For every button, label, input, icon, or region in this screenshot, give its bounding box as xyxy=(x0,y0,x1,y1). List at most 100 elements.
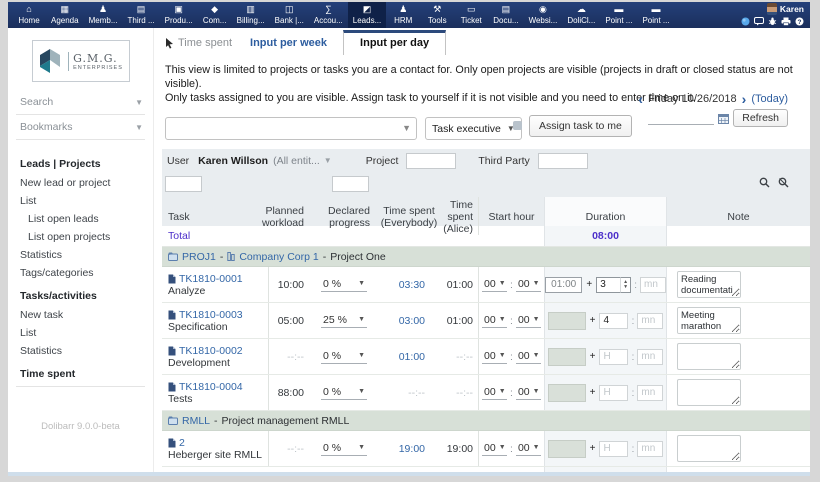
chat-icon[interactable] xyxy=(754,17,764,26)
third-party-filter-input[interactable] xyxy=(538,153,588,169)
start-hour-select[interactable]: 00▼ xyxy=(482,278,507,292)
progress-select[interactable]: 0 %▼ xyxy=(321,386,367,400)
duration-minutes-input[interactable] xyxy=(640,277,666,293)
user-name[interactable]: Karen xyxy=(780,4,804,14)
menu-item-point[interactable]: ▬Point ... xyxy=(600,2,637,28)
menu-item-dolicl[interactable]: ☁DoliCl... xyxy=(562,2,600,28)
role-select[interactable]: Task executive ▼ xyxy=(425,117,522,140)
today-link[interactable]: (Today) xyxy=(751,93,788,105)
sidebar-item-list[interactable]: List xyxy=(8,192,153,210)
menu-item-point[interactable]: ▬Point ... xyxy=(637,2,674,28)
menu-item-home[interactable]: ⌂Home xyxy=(12,2,46,28)
refresh-button[interactable]: Refresh xyxy=(733,109,788,127)
bug-icon[interactable] xyxy=(768,17,777,26)
time-spent-everybody-link[interactable]: 01:00 xyxy=(399,351,425,363)
sidebar-item-new-task[interactable]: New task xyxy=(8,306,153,324)
duration-hours-input[interactable] xyxy=(599,349,628,365)
next-day-button[interactable]: › xyxy=(742,94,747,105)
sidebar-item-statistics[interactable]: Statistics xyxy=(8,342,153,360)
task-ref-link[interactable]: TK1810-0002 xyxy=(179,345,243,357)
duration-minutes-input[interactable] xyxy=(637,385,663,401)
plus-sign: + xyxy=(590,387,596,398)
duration-hours-input[interactable] xyxy=(596,277,620,293)
menu-item-produ[interactable]: ▣Produ... xyxy=(160,2,198,28)
task-filter-input[interactable] xyxy=(165,176,202,192)
menu-item-ticket[interactable]: ▭Ticket xyxy=(454,2,488,28)
search-icon[interactable] xyxy=(759,177,770,188)
menu-item-tools[interactable]: ⚒Tools xyxy=(420,2,454,28)
sidebar-item-list-open-leads[interactable]: List open leads xyxy=(8,210,153,228)
task-ref-link[interactable]: TK1810-0003 xyxy=(179,309,243,321)
start-hour-select[interactable]: 00▼ xyxy=(482,386,507,400)
duration-minutes-input[interactable] xyxy=(637,441,663,457)
sidebar-search-select[interactable]: Search ▼ xyxy=(8,92,153,112)
note-textarea[interactable] xyxy=(677,271,741,298)
task-ref-link[interactable]: TK1810-0001 xyxy=(179,273,243,285)
menu-item-third[interactable]: ▤Third ... xyxy=(123,2,160,28)
start-minute-select[interactable]: 00▼ xyxy=(516,350,541,364)
project-filter-input[interactable] xyxy=(406,153,456,169)
duration-hours-input[interactable] xyxy=(599,385,628,401)
progress-select[interactable]: 0 %▼ xyxy=(321,350,367,364)
print-icon[interactable] xyxy=(781,17,791,26)
sidebar-item-tags-categories[interactable]: Tags/categories xyxy=(8,264,153,282)
tab-input-per-day[interactable]: Input per day xyxy=(343,30,446,55)
project-ref-link[interactable]: PROJ1 xyxy=(182,251,216,263)
duration-hours-input[interactable] xyxy=(599,313,628,329)
menu-item-websi[interactable]: ◉Websi... xyxy=(524,2,563,28)
entity-select[interactable]: (All entit... ▼ xyxy=(273,155,332,167)
start-minute-select[interactable]: 00▼ xyxy=(516,278,541,292)
sidebar-item-list[interactable]: List xyxy=(8,324,153,342)
calendar-icon[interactable] xyxy=(718,113,729,124)
prev-day-button[interactable]: ‹ xyxy=(638,94,643,105)
task-combobox[interactable]: ▼ xyxy=(165,117,417,140)
task-ref-link[interactable]: 2 xyxy=(179,437,185,449)
sidebar-item-list-open-projects[interactable]: List open projects xyxy=(8,228,153,246)
user-avatar[interactable] xyxy=(767,3,777,15)
menu-item-docu[interactable]: ▤Docu... xyxy=(488,2,523,28)
progress-select[interactable]: 0 %▼ xyxy=(321,442,367,456)
sidebar-item-statistics[interactable]: Statistics xyxy=(8,246,153,264)
note-textarea[interactable] xyxy=(677,435,741,462)
spinner-stepper[interactable]: ▲▼ xyxy=(620,277,631,293)
time-spent-everybody-link[interactable]: 19:00 xyxy=(399,443,425,455)
start-hour-select[interactable]: 00▼ xyxy=(482,314,507,328)
duration-minutes-input[interactable] xyxy=(637,349,663,365)
menu-item-agenda[interactable]: ▦Agenda xyxy=(46,2,84,28)
company-link[interactable]: Company Corp 1 xyxy=(239,251,318,263)
note-textarea[interactable] xyxy=(677,379,741,406)
progress-filter-input[interactable] xyxy=(332,176,369,192)
note-textarea[interactable] xyxy=(677,307,741,334)
note-textarea[interactable] xyxy=(677,343,741,370)
menu-item-hrm[interactable]: ♟HRM xyxy=(386,2,420,28)
help-icon[interactable]: ? xyxy=(795,17,804,26)
time-spent-everybody-link[interactable]: 03:30 xyxy=(399,279,425,291)
duration-hours-input[interactable] xyxy=(599,441,628,457)
menu-item-com[interactable]: ◆Com... xyxy=(198,2,232,28)
date-input[interactable] xyxy=(648,111,714,125)
globe-icon[interactable] xyxy=(741,17,750,26)
start-hour-select[interactable]: 00▼ xyxy=(482,350,507,364)
progress-select[interactable]: 0 %▼ xyxy=(321,278,367,292)
menu-item-billing[interactable]: ▥Billing... xyxy=(232,2,270,28)
sidebar-bookmarks-select[interactable]: Bookmarks ▼ xyxy=(8,117,153,137)
start-minute-select[interactable]: 00▼ xyxy=(516,314,541,328)
menu-item-accou[interactable]: ∑Accou... xyxy=(309,2,348,28)
start-minute-select[interactable]: 00▼ xyxy=(516,386,541,400)
clear-filter-icon[interactable] xyxy=(778,177,790,188)
progress-select[interactable]: 25 %▼ xyxy=(321,314,367,328)
menu-item-memb[interactable]: ♟Memb... xyxy=(84,2,123,28)
start-hour-select[interactable]: 00▼ xyxy=(482,442,507,456)
start-minute-select[interactable]: 00▼ xyxy=(516,442,541,456)
tab-input-per-week[interactable]: Input per week xyxy=(250,37,327,49)
menu-item-leads[interactable]: ◩Leads... xyxy=(348,2,386,28)
duration-minutes-input[interactable] xyxy=(637,313,663,329)
task-ref-link[interactable]: TK1810-0004 xyxy=(179,381,243,393)
duration-existing-box[interactable]: 01:00 xyxy=(545,277,582,293)
sidebar-item-new-lead-or-project[interactable]: New lead or project xyxy=(8,174,153,192)
assign-task-button[interactable]: Assign task to me xyxy=(529,115,632,137)
menu-item-label: Billing... xyxy=(237,16,265,25)
menu-item-bank[interactable]: ◫Bank |... xyxy=(270,2,309,28)
time-spent-everybody-link[interactable]: 03:00 xyxy=(399,315,425,327)
project-ref-link[interactable]: RMLL xyxy=(182,415,210,427)
